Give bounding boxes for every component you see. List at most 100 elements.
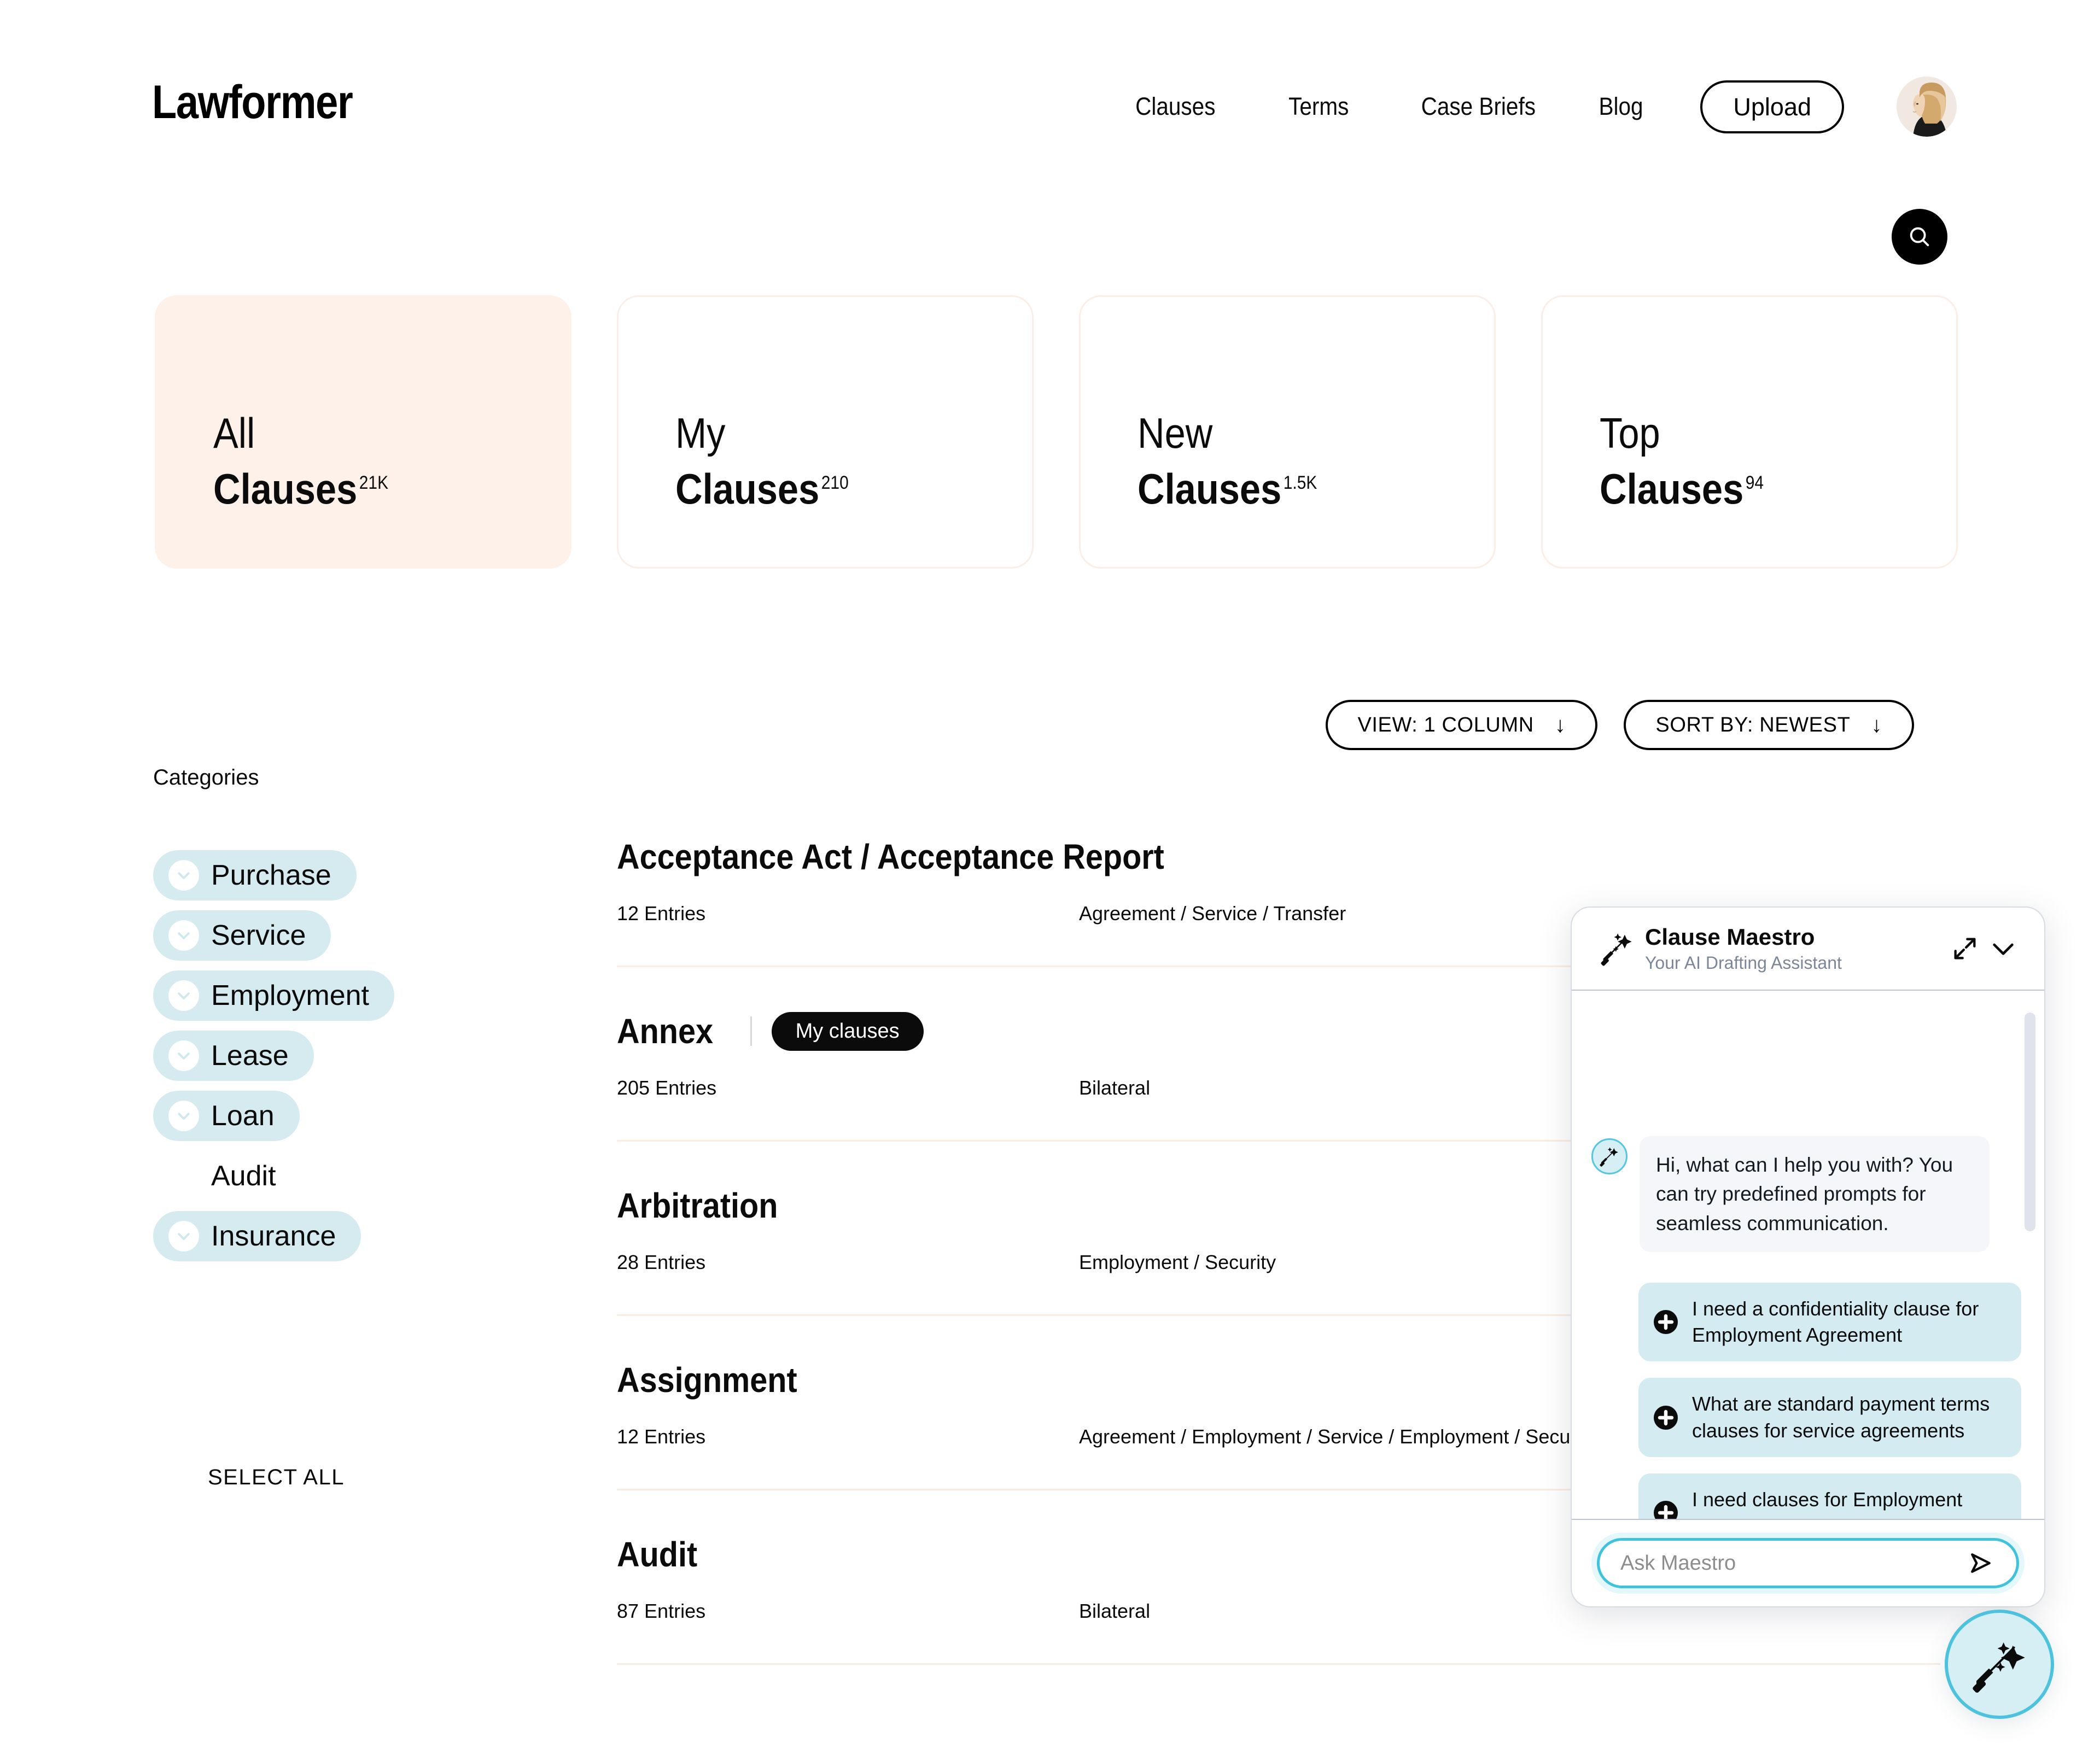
scrollbar-thumb[interactable]: [2025, 1013, 2035, 1231]
category-insurance[interactable]: Insurance: [153, 1211, 361, 1261]
upload-button[interactable]: Upload: [1700, 80, 1844, 133]
magic-wand-icon: [1600, 1147, 1618, 1167]
site-header: Lawformer Clauses Terms Case Briefs Blog…: [0, 0, 2100, 164]
chat-input[interactable]: [1620, 1551, 1965, 1575]
divider: [750, 1016, 752, 1046]
category-loan[interactable]: Loan: [153, 1091, 300, 1141]
card-count: 94: [1745, 472, 1764, 493]
card-count: 21K: [359, 472, 389, 493]
clause-entry-count: 28 Entries: [617, 1251, 706, 1273]
card-content: All Clauses 21K: [213, 412, 412, 510]
main-navigation: Clauses Terms Case Briefs Blog Upload: [1131, 77, 1957, 137]
card-line2: Clauses 210: [675, 467, 849, 510]
chat-title: Clause Maestro: [1645, 924, 1815, 950]
clause-categories: Employment / Security: [1079, 1251, 1276, 1273]
category-employment[interactable]: Employment: [153, 970, 394, 1021]
card-line1: All: [213, 409, 255, 457]
category-audit[interactable]: Audit: [153, 1151, 301, 1201]
nav-link-clauses[interactable]: Clauses: [1135, 92, 1215, 121]
card-title: Clauses: [1600, 465, 1744, 513]
clause-title: Arbitration: [617, 1186, 778, 1225]
select-all-button[interactable]: SELECT ALL: [208, 1465, 345, 1490]
suggested-prompt[interactable]: I need clauses for Employment Agreement: [1638, 1473, 2021, 1519]
clause-title: Acceptance Act / Acceptance Report: [617, 837, 1164, 876]
chat-scrollbar[interactable]: [2025, 1013, 2035, 1502]
card-content: New Clauses 1.5K: [1138, 412, 1341, 510]
chat-title-block: Clause Maestro Your AI Drafting Assistan…: [1645, 924, 1946, 973]
card-count: 1.5K: [1283, 472, 1317, 493]
card-top-clauses[interactable]: Top Clauses 94: [1541, 295, 1958, 569]
nav-link-blog[interactable]: Blog: [1599, 92, 1643, 121]
plus-circle-icon: [1653, 1500, 1679, 1519]
check-circle-icon: [168, 920, 199, 951]
status-badge: My clauses: [771, 1011, 924, 1051]
card-my-clauses[interactable]: My Clauses 210: [617, 295, 1034, 569]
search-button[interactable]: [1892, 209, 1947, 265]
card-all-clauses[interactable]: All Clauses 21K: [155, 295, 571, 569]
chat-message-area: Hi, what can I help you with? You can tr…: [1572, 991, 2044, 1519]
collapse-button[interactable]: [1984, 929, 2022, 968]
card-line2: Clauses 21K: [213, 467, 388, 510]
clause-header: Acceptance Act / Acceptance Report: [617, 837, 1940, 877]
suggested-prompt-text: I need clauses for Employment Agreement: [1692, 1488, 1963, 1519]
clause-title: Annex: [617, 1011, 714, 1051]
sort-selector[interactable]: SORT BY: NEWEST ↓: [1624, 700, 1914, 750]
suggested-prompt[interactable]: What are standard payment terms clauses …: [1638, 1378, 2021, 1457]
brand-logo[interactable]: Lawformer: [152, 75, 353, 130]
clause-title: Audit: [617, 1535, 698, 1574]
avatar[interactable]: [1897, 77, 1957, 137]
category-label: Service: [211, 920, 306, 951]
assistant-message: Hi, what can I help you with? You can tr…: [1591, 1136, 2021, 1252]
category-lease[interactable]: Lease: [153, 1031, 314, 1081]
check-circle-icon: [168, 1221, 199, 1251]
clause-categories: Bilateral: [1079, 1600, 1151, 1622]
expand-button[interactable]: [1946, 929, 1984, 968]
categories-list: Purchase Service Employment Lease Loan A…: [153, 850, 394, 1261]
send-icon: [1971, 1553, 1991, 1573]
magic-wand-icon: [1973, 1642, 2025, 1693]
chat-input-wrapper[interactable]: [1597, 1538, 2019, 1588]
card-line2: Clauses 94: [1600, 467, 1764, 510]
clause-title: Assignment: [617, 1360, 797, 1400]
divider: [617, 1663, 1940, 1665]
clause-entry-count: 205 Entries: [617, 1077, 717, 1099]
category-label: Employment: [211, 980, 369, 1011]
category-label: Loan: [211, 1100, 275, 1132]
chat-header: Clause Maestro Your AI Drafting Assistan…: [1572, 908, 2044, 991]
app-root: Lawformer Clauses Terms Case Briefs Blog…: [0, 0, 2100, 1743]
category-service[interactable]: Service: [153, 910, 331, 961]
suggested-prompt[interactable]: I need a confidentiality clause for Empl…: [1638, 1282, 2021, 1362]
send-button[interactable]: [1965, 1547, 1997, 1579]
nav-link-terms[interactable]: Terms: [1288, 92, 1349, 121]
suggested-prompt-text: I need a confidentiality clause for Empl…: [1692, 1297, 1979, 1347]
categories-heading: Categories: [153, 765, 259, 789]
category-purchase[interactable]: Purchase: [153, 850, 357, 900]
card-line2: Clauses 1.5K: [1138, 467, 1317, 510]
assistant-message-text: Hi, what can I help you with? You can tr…: [1640, 1136, 1990, 1252]
chat-toggle-button[interactable]: [1945, 1610, 2054, 1719]
view-selector[interactable]: VIEW: 1 COLUMN ↓: [1326, 700, 1598, 750]
suggested-prompt-text: What are standard payment terms clauses …: [1692, 1393, 1990, 1442]
category-label: Purchase: [211, 859, 331, 891]
plus-circle-icon: [1653, 1405, 1679, 1431]
card-content: Top Clauses 94: [1600, 412, 1786, 510]
sort-label: SORT BY: NEWEST: [1655, 713, 1851, 736]
view-label: VIEW: 1 COLUMN: [1357, 713, 1534, 736]
clause-categories: Agreement / Employment / Service / Emplo…: [1079, 1425, 1597, 1448]
user-avatar-photo: [1897, 77, 1957, 137]
check-circle-icon: [168, 860, 199, 891]
check-circle-icon: [168, 1040, 199, 1071]
plus-circle-icon: [1653, 1309, 1679, 1335]
magic-wand-icon: [1597, 928, 1637, 969]
nav-link-case-briefs[interactable]: Case Briefs: [1421, 92, 1535, 121]
clause-entry-count: 12 Entries: [617, 1425, 706, 1448]
chat-subtitle: Your AI Drafting Assistant: [1645, 952, 1842, 973]
clause-categories: Bilateral: [1079, 1077, 1151, 1099]
suggested-prompts: I need a confidentiality clause for Empl…: [1591, 1282, 2021, 1519]
card-title: Clauses: [213, 465, 358, 513]
category-label: Lease: [211, 1040, 289, 1072]
card-new-clauses[interactable]: New Clauses 1.5K: [1079, 295, 1496, 569]
card-line1: New: [1138, 409, 1213, 457]
card-content: My Clauses 210: [675, 412, 872, 510]
chat-input-bar: [1572, 1519, 2044, 1606]
